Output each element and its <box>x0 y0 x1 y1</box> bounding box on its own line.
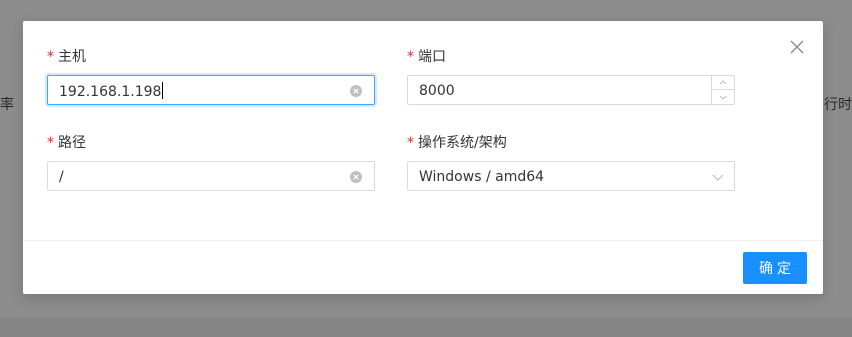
os-arch-select[interactable]: Windows / amd64 <box>407 161 735 191</box>
host-clear-button[interactable] <box>350 85 362 97</box>
path-input[interactable]: / <box>47 161 375 191</box>
host-input[interactable]: 192.168.1.198 <box>47 75 375 105</box>
text-caret <box>162 82 164 99</box>
required-mark: * <box>47 135 54 151</box>
path-label-text: 路径 <box>58 135 86 151</box>
footer-divider <box>23 240 823 241</box>
port-input[interactable]: 8000 <box>407 75 735 105</box>
path-input-value: / <box>59 169 64 185</box>
host-label: * 主机 <box>47 48 86 66</box>
port-label: * 端口 <box>407 48 446 66</box>
required-mark: * <box>47 49 54 65</box>
required-mark: * <box>407 135 414 151</box>
os-arch-label-text: 操作系统/架构 <box>418 135 507 151</box>
close-button[interactable] <box>789 39 805 55</box>
background-footer-strip <box>0 317 852 337</box>
confirm-button[interactable]: 确定 <box>743 252 807 284</box>
chevron-up-icon <box>719 80 727 85</box>
port-increment-button[interactable] <box>712 76 734 90</box>
host-label-text: 主机 <box>58 49 86 65</box>
port-decrement-button[interactable] <box>712 90 734 104</box>
port-label-text: 端口 <box>418 49 446 65</box>
clear-icon <box>350 171 362 183</box>
required-mark: * <box>407 49 414 65</box>
path-clear-button[interactable] <box>350 171 362 183</box>
port-input-value: 8000 <box>419 83 455 99</box>
background-text-fragment-right: 行时 <box>824 97 852 113</box>
port-stepper <box>711 76 734 104</box>
path-label: * 路径 <box>47 134 86 152</box>
host-input-value: 192.168.1.198 <box>59 82 164 100</box>
clear-icon <box>350 85 362 97</box>
chevron-down-icon <box>719 95 727 100</box>
os-arch-selected-value: Windows / amd64 <box>419 169 545 185</box>
connection-modal: * 主机 192.168.1.198 * 端口 8000 * 路径 / * 操作… <box>23 21 823 294</box>
select-arrow <box>712 172 724 182</box>
os-arch-label: * 操作系统/架构 <box>407 134 507 152</box>
chevron-down-icon <box>712 174 724 181</box>
background-text-fragment-left: 率 <box>0 97 14 113</box>
close-icon <box>790 40 804 54</box>
